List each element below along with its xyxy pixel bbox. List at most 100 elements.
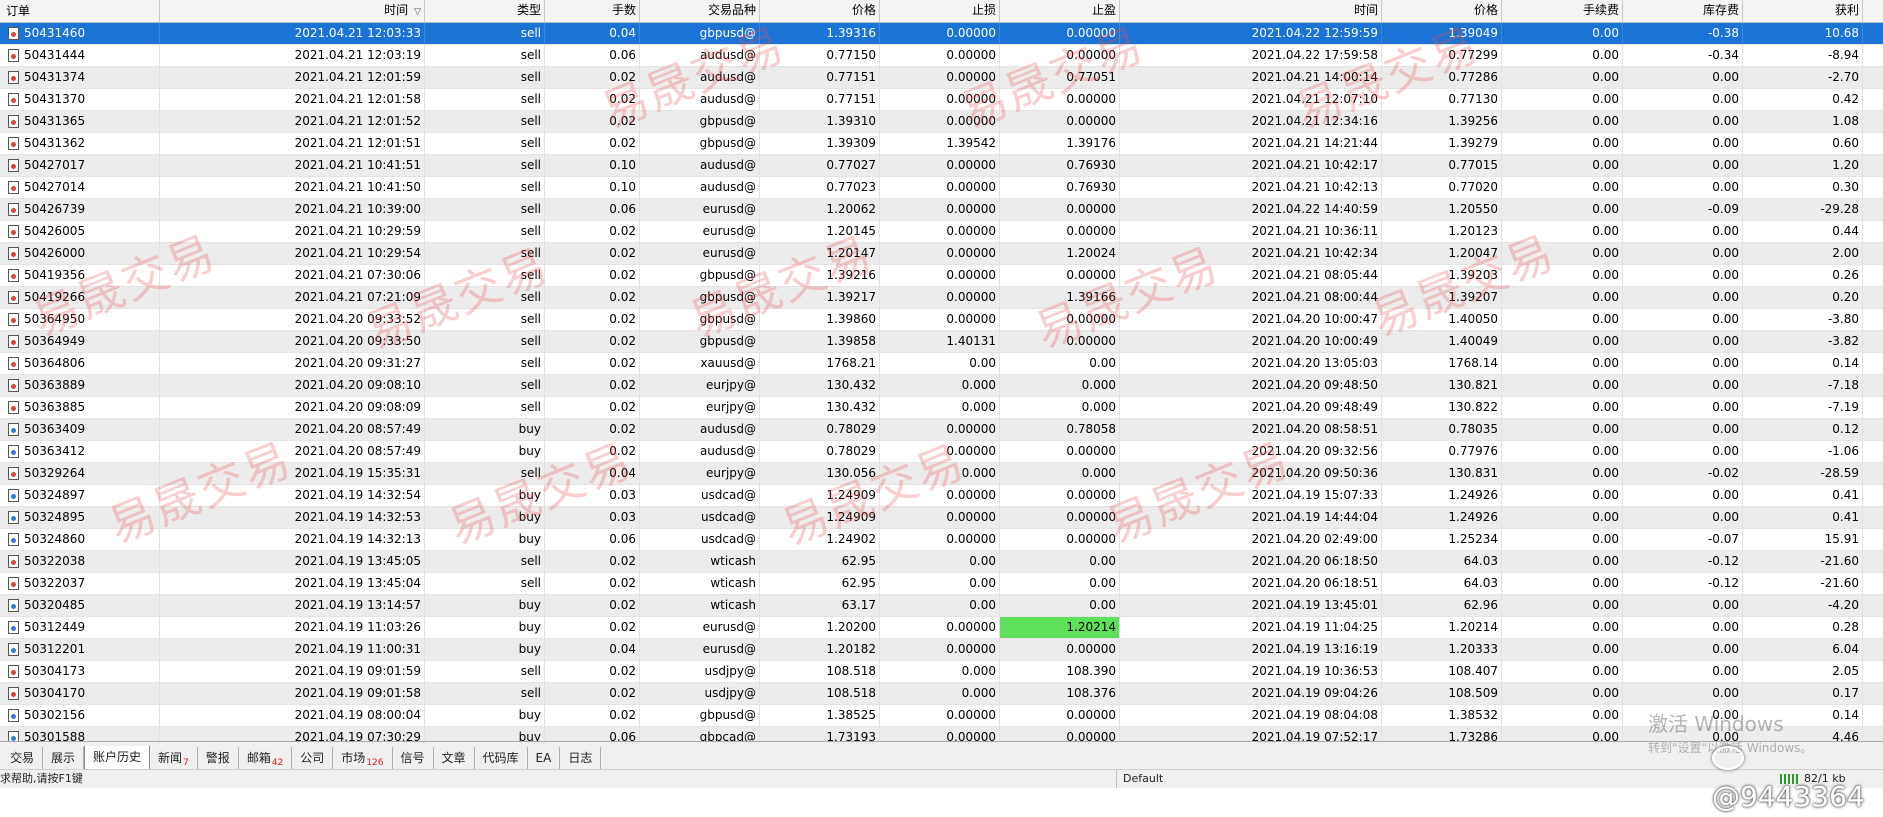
- cell-col-0: 50304173: [0, 661, 160, 682]
- table-row[interactable]: 50426739 2021.04.21 10:39:00 sell 0.06 eurus…: [0, 199, 1883, 221]
- tab-9[interactable]: 文章: [434, 747, 475, 769]
- cell-col-9: 0.77286: [1382, 67, 1502, 88]
- tab-count-badge: 7: [183, 758, 189, 768]
- cell-col-10: 0.00: [1502, 353, 1623, 374]
- table-row[interactable]: 50427017 2021.04.21 10:41:51 sell 0.10 audus…: [0, 155, 1883, 177]
- table-row[interactable]: 50312201 2021.04.19 11:00:31 buy 0.04 eurusd…: [0, 639, 1883, 661]
- cell-col-1: 2021.04.20 09:33:50: [160, 331, 425, 352]
- column-header-11[interactable]: 库存费: [1623, 0, 1743, 22]
- cell-text: buy: [518, 708, 541, 722]
- column-header-0[interactable]: 订单: [0, 0, 160, 22]
- table-row[interactable]: 50322037 2021.04.19 13:45:04 sell 0.02 wtica…: [0, 573, 1883, 595]
- table-row[interactable]: 50304173 2021.04.19 09:01:59 sell 0.02 usdjp…: [0, 661, 1883, 683]
- table-row[interactable]: 50431365 2021.04.21 12:01:52 sell 0.02 gbpus…: [0, 111, 1883, 133]
- column-header-1[interactable]: 时间 ▽: [160, 0, 425, 22]
- table-row[interactable]: 50431460 2021.04.21 12:03:33 sell 0.04 gbpus…: [0, 23, 1883, 45]
- cell-col-6: 0.00000: [880, 507, 1000, 528]
- cell-col-2: sell: [425, 89, 545, 110]
- table-row[interactable]: 50431370 2021.04.21 12:01:58 sell 0.02 audus…: [0, 89, 1883, 111]
- table-row[interactable]: 50363885 2021.04.20 09:08:09 sell 0.02 eurjp…: [0, 397, 1883, 419]
- tab-0[interactable]: 交易: [2, 747, 44, 769]
- column-header-10[interactable]: 手续费: [1502, 0, 1623, 22]
- tab-2[interactable]: 账户历史: [84, 746, 151, 770]
- table-row[interactable]: 50312449 2021.04.19 11:03:26 buy 0.02 eurusd…: [0, 617, 1883, 639]
- cell-text: 1.39310: [826, 114, 876, 128]
- tab-label: 信号: [400, 751, 425, 765]
- tab-10[interactable]: 代码库: [475, 747, 528, 769]
- tab-3[interactable]: 新闻7: [150, 747, 198, 769]
- table-row[interactable]: 50322038 2021.04.19 13:45:05 sell 0.02 wtica…: [0, 551, 1883, 573]
- column-header-6[interactable]: 止损: [880, 0, 1000, 22]
- table-row[interactable]: 50426000 2021.04.21 10:29:54 sell 0.02 eurus…: [0, 243, 1883, 265]
- cell-col-3: 0.03: [545, 507, 640, 528]
- table-row[interactable]: 50364950 2021.04.20 09:33:52 sell 0.02 gbpus…: [0, 309, 1883, 331]
- table-row[interactable]: 50431362 2021.04.21 12:01:51 sell 0.02 gbpus…: [0, 133, 1883, 155]
- sell-order-icon: [8, 357, 19, 370]
- tab-4[interactable]: 警报: [198, 747, 239, 769]
- table-row[interactable]: 50431374 2021.04.21 12:01:59 sell 0.02 audus…: [0, 67, 1883, 89]
- cell-text: eurusd@: [702, 202, 756, 216]
- cell-col-0: 50301588: [0, 727, 160, 741]
- cell-text: 2021.04.21 12:01:59: [294, 70, 421, 84]
- tab-1[interactable]: 展示: [43, 747, 85, 769]
- cell-text: 1768.14: [1448, 356, 1498, 370]
- cell-col-12: 0.26: [1743, 265, 1863, 286]
- cell-col-8: 2021.04.20 10:00:47: [1120, 309, 1382, 330]
- column-header-4[interactable]: 交易品种: [640, 0, 760, 22]
- table-row[interactable]: 50419356 2021.04.21 07:30:06 sell 0.02 gbpus…: [0, 265, 1883, 287]
- cell-text: -4.20: [1827, 598, 1859, 612]
- cell-text: 0.77027: [826, 158, 876, 172]
- table-row[interactable]: 50301588 2021.04.19 07:30:29 buy 0.06 gbpcad…: [0, 727, 1883, 741]
- table-row[interactable]: 50431444 2021.04.21 12:03:19 sell 0.06 audus…: [0, 45, 1883, 67]
- table-row[interactable]: 50320485 2021.04.19 13:14:57 buy 0.02 wticas…: [0, 595, 1883, 617]
- column-header-3[interactable]: 手数: [545, 0, 640, 22]
- column-header-7[interactable]: 止盈: [1000, 0, 1120, 22]
- table-row[interactable]: 50302156 2021.04.19 08:00:04 buy 0.02 gbpusd…: [0, 705, 1883, 727]
- column-header-9[interactable]: 价格: [1382, 0, 1502, 22]
- table-row[interactable]: 50364949 2021.04.20 09:33:50 sell 0.02 gbpus…: [0, 331, 1883, 353]
- table-row[interactable]: 50426005 2021.04.21 10:29:59 sell 0.02 eurus…: [0, 221, 1883, 243]
- tab-label: 日志: [568, 751, 593, 765]
- cell-text: 1.20200: [826, 620, 876, 634]
- cell-col-2: sell: [425, 397, 545, 418]
- tab-5[interactable]: 邮箱42: [239, 747, 293, 769]
- cell-col-3: 0.10: [545, 155, 640, 176]
- column-header-12[interactable]: 获利: [1743, 0, 1863, 22]
- cell-col-4: audusd@: [640, 155, 760, 176]
- table-row[interactable]: 50304170 2021.04.19 09:01:58 sell 0.02 usdjp…: [0, 683, 1883, 705]
- table-row[interactable]: 50324897 2021.04.19 14:32:54 buy 0.03 usdcad…: [0, 485, 1883, 507]
- cell-text: 0.04: [609, 466, 636, 480]
- cell-text: 0.00: [1712, 92, 1739, 106]
- table-row[interactable]: 50324895 2021.04.19 14:32:53 buy 0.03 usdcad…: [0, 507, 1883, 529]
- table-row[interactable]: 50364806 2021.04.20 09:31:27 sell 0.02 xauus…: [0, 353, 1883, 375]
- cell-col-8: 2021.04.21 14:21:44: [1120, 133, 1382, 154]
- cell-text: 0.00: [1089, 576, 1116, 590]
- tab-7[interactable]: 市场126: [333, 747, 393, 769]
- table-row[interactable]: 50329264 2021.04.19 15:35:31 sell 0.04 eurjp…: [0, 463, 1883, 485]
- column-header-5[interactable]: 价格: [760, 0, 880, 22]
- cell-text: 0.000: [1081, 400, 1116, 414]
- status-profile[interactable]: Default: [1116, 770, 1163, 788]
- table-row[interactable]: 50363409 2021.04.20 08:57:49 buy 0.02 audusd…: [0, 419, 1883, 441]
- column-header-2[interactable]: 类型: [425, 0, 545, 22]
- table-row[interactable]: 50363889 2021.04.20 09:08:10 sell 0.02 eurjp…: [0, 375, 1883, 397]
- table-row[interactable]: 50427014 2021.04.21 10:41:50 sell 0.10 audus…: [0, 177, 1883, 199]
- cell-text: 50363889: [24, 378, 86, 392]
- cell-text: sell: [520, 686, 541, 700]
- column-header-8[interactable]: 时间: [1120, 0, 1382, 22]
- table-row[interactable]: 50363412 2021.04.20 08:57:49 buy 0.02 audusd…: [0, 441, 1883, 463]
- cell-col-12: 2.00: [1743, 243, 1863, 264]
- cell-text: usdcad@: [700, 532, 756, 546]
- sell-order-icon: [8, 71, 19, 84]
- cell-text: 1.20214: [1448, 620, 1498, 634]
- cell-text: 2021.04.19 14:44:04: [1251, 510, 1378, 524]
- cell-text: sell: [520, 356, 541, 370]
- tab-6[interactable]: 公司: [292, 747, 334, 769]
- tab-11[interactable]: EA: [528, 747, 561, 769]
- cell-col-2: buy: [425, 639, 545, 660]
- table-row[interactable]: 50419266 2021.04.21 07:21:09 sell 0.02 gbpus…: [0, 287, 1883, 309]
- cell-col-11: -0.07: [1623, 529, 1743, 550]
- tab-8[interactable]: 信号: [393, 747, 434, 769]
- tab-12[interactable]: 日志: [560, 747, 602, 769]
- table-row[interactable]: 50324860 2021.04.19 14:32:13 buy 0.06 usdcad…: [0, 529, 1883, 551]
